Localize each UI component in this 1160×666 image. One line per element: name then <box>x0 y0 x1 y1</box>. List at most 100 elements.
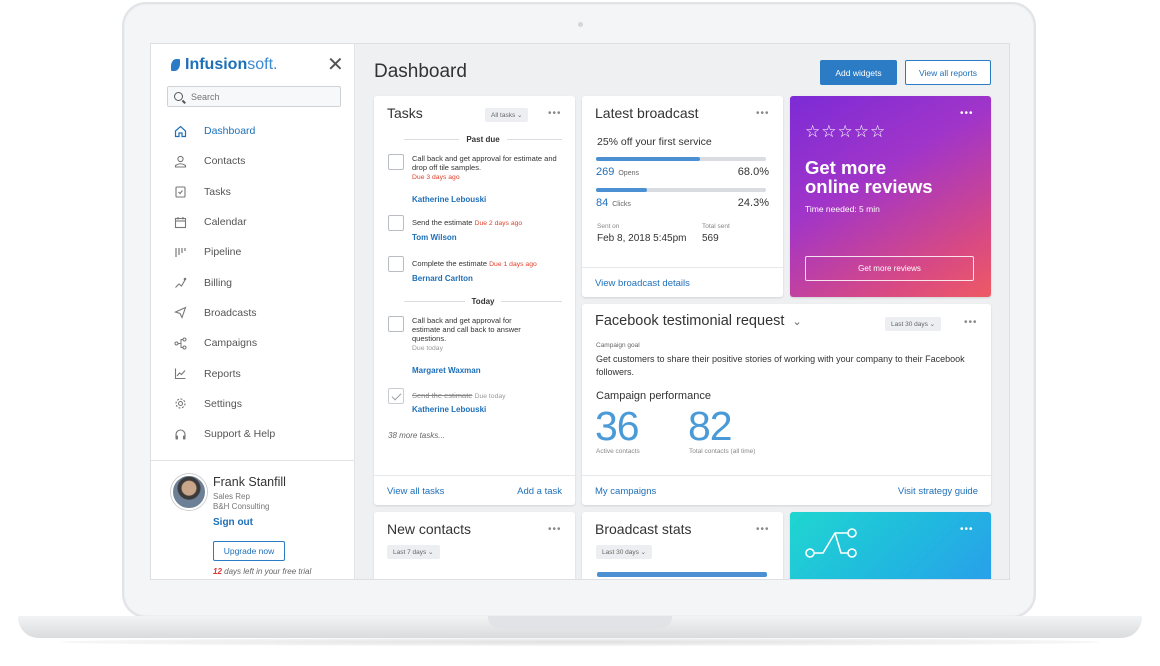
sidebar-item-label: Broadcasts <box>204 306 257 319</box>
view-all-reports-button[interactable]: View all reports <box>905 60 991 85</box>
profile-company: B&H Consulting <box>213 502 270 511</box>
sidebar-item-label: Campaigns <box>204 337 258 350</box>
task-checkbox[interactable] <box>388 154 404 170</box>
add-task-link[interactable]: Add a task <box>517 486 562 497</box>
campaign-range-dropdown[interactable]: Last 30 days ⌄ <box>885 317 942 331</box>
sidebar-item-settings[interactable]: Settings <box>151 389 355 419</box>
get-more-reviews-button[interactable]: Get more reviews <box>805 256 974 281</box>
paper-plane-icon <box>173 306 187 320</box>
opens-count: 269 <box>596 166 615 178</box>
sidebar-item-support[interactable]: Support & Help <box>151 419 355 449</box>
task-contact-link[interactable]: Margaret Waxman <box>412 366 481 375</box>
install-widget: ••• <box>790 512 991 579</box>
sidebar-item-dashboard[interactable]: Dashboard <box>151 116 355 146</box>
close-icon[interactable]: ✕ <box>327 55 344 75</box>
task-contact-link[interactable]: Tom Wilson <box>412 233 457 242</box>
opens-label: Opens <box>618 170 639 177</box>
install-menu-icon[interactable]: ••• <box>960 524 974 535</box>
sidebar-item-contacts[interactable]: Contacts <box>151 146 355 176</box>
broadcast-footer: View broadcast details <box>582 267 783 297</box>
campaign-title-text: Facebook testimonial request <box>595 313 785 329</box>
reviews-time-needed: Time needed: 5 min <box>805 204 880 214</box>
broadcast-menu-icon[interactable]: ••• <box>756 108 770 119</box>
sidebar-item-billing[interactable]: Billing <box>151 267 355 297</box>
new-contacts-menu-icon[interactable]: ••• <box>548 524 562 535</box>
task-contact-link[interactable]: Bernard Carlton <box>412 274 473 283</box>
total-sent-label: Total sent <box>702 223 730 230</box>
my-campaigns-link[interactable]: My campaigns <box>595 486 656 497</box>
broadcast-stats-widget: Broadcast stats ••• Last 30 days ⌄ <box>582 512 783 579</box>
add-widgets-button[interactable]: Add widgets <box>820 60 897 85</box>
main-content: Dashboard Add widgets View all reports T… <box>356 44 1009 579</box>
total-sent-value: 569 <box>702 233 719 244</box>
active-contacts-label: Active contacts <box>596 448 640 455</box>
sidebar-item-tasks[interactable]: Tasks <box>151 177 355 207</box>
more-tasks-link[interactable]: 38 more tasks... <box>388 431 445 440</box>
view-broadcast-details-link[interactable]: View broadcast details <box>595 278 690 289</box>
sidebar-item-label: Calendar <box>204 216 247 229</box>
logo-text-bold: Infusion <box>185 56 248 73</box>
tasks-menu-icon[interactable]: ••• <box>548 108 562 119</box>
broadcast-stats-range-dropdown[interactable]: Last 30 days ⌄ <box>596 545 653 559</box>
clicks-stat: 84 Clicks <box>596 197 631 209</box>
sidebar-item-label: Dashboard <box>204 125 256 138</box>
total-contacts-label: Total contacts (all time) <box>689 448 756 455</box>
task-text: Send the estimate Due 2 days ago <box>412 218 568 228</box>
sidebar-item-label: Settings <box>204 397 242 410</box>
app-logo[interactable]: Infusionsoft. <box>171 56 277 74</box>
task-checkbox[interactable] <box>388 256 404 272</box>
search-icon <box>174 92 183 101</box>
trial-notice: 12 days left in your free trial <box>213 567 311 576</box>
campaign-flow-icon <box>173 336 187 350</box>
sidebar-nav: Dashboard Contacts Tasks Calendar Pipeli… <box>151 116 355 449</box>
new-contacts-widget: New contacts ••• Last 7 days ⌄ <box>374 512 575 579</box>
task-checkbox[interactable] <box>388 215 404 231</box>
campaign-goal-text: Get customers to share their positive st… <box>596 354 965 377</box>
sent-on-value: Feb 8, 2018 5:45pm <box>597 233 687 244</box>
task-contact-link[interactable]: Katherine Lebouski <box>412 195 486 204</box>
avatar[interactable] <box>171 474 207 510</box>
task-due: Due today <box>474 393 506 400</box>
task-due: Due 1 days ago <box>489 261 537 268</box>
broadcast-title: Latest broadcast <box>595 105 699 121</box>
reviews-menu-icon[interactable]: ••• <box>960 108 974 119</box>
flow-icon <box>805 528 857 563</box>
sign-out-link[interactable]: Sign out <box>213 517 253 528</box>
view-all-tasks-link[interactable]: View all tasks <box>387 486 444 497</box>
task-due: Due today <box>412 345 443 352</box>
sidebar-item-broadcasts[interactable]: Broadcasts <box>151 298 355 328</box>
profile-role: Sales Rep <box>213 492 250 501</box>
clicks-label: Clicks <box>612 201 631 208</box>
task-checkbox-checked[interactable] <box>388 388 404 404</box>
search-input[interactable] <box>191 91 331 102</box>
billing-icon <box>173 276 187 290</box>
latest-broadcast-widget: Latest broadcast ••• 25% off your first … <box>582 96 783 297</box>
search-box[interactable] <box>167 86 341 107</box>
new-contacts-title: New contacts <box>387 521 472 537</box>
task-description: Call back and get approval for estimate … <box>412 154 557 172</box>
sidebar-item-label: Tasks <box>204 185 231 198</box>
sidebar-item-label: Pipeline <box>204 246 242 259</box>
sidebar-item-calendar[interactable]: Calendar <box>151 207 355 237</box>
task-checkbox[interactable] <box>388 316 404 332</box>
campaign-title: Facebook testimonial request ⌄ <box>595 313 802 329</box>
tasks-filter-dropdown[interactable]: All tasks ⌄ <box>485 108 529 122</box>
logo-text-thin: soft. <box>247 56 278 73</box>
campaign-menu-icon[interactable]: ••• <box>964 317 978 328</box>
sidebar-item-reports[interactable]: Reports <box>151 358 355 388</box>
task-description: Send the estimate <box>412 218 473 227</box>
task-description: Complete the estimate <box>412 259 488 268</box>
sidebar-item-pipeline[interactable]: Pipeline <box>151 237 355 267</box>
user-profile: Frank Stanfill Sales Rep B&H Consulting … <box>151 460 355 579</box>
sidebar-item-label: Billing <box>204 276 233 289</box>
broadcast-stats-menu-icon[interactable]: ••• <box>756 524 770 535</box>
active-contacts-value: 36 <box>595 403 640 449</box>
new-contacts-range-dropdown[interactable]: Last 7 days ⌄ <box>387 545 440 559</box>
sidebar-item-label: Contacts <box>204 155 246 168</box>
upgrade-button[interactable]: Upgrade now <box>213 541 285 561</box>
sent-on-label: Sent on <box>597 223 620 230</box>
task-contact-link[interactable]: Katherine Lebouski <box>412 405 486 414</box>
sidebar-item-campaigns[interactable]: Campaigns <box>151 328 355 358</box>
chevron-down-icon[interactable]: ⌄ <box>792 316 801 328</box>
strategy-guide-link[interactable]: Visit strategy guide <box>898 486 978 497</box>
